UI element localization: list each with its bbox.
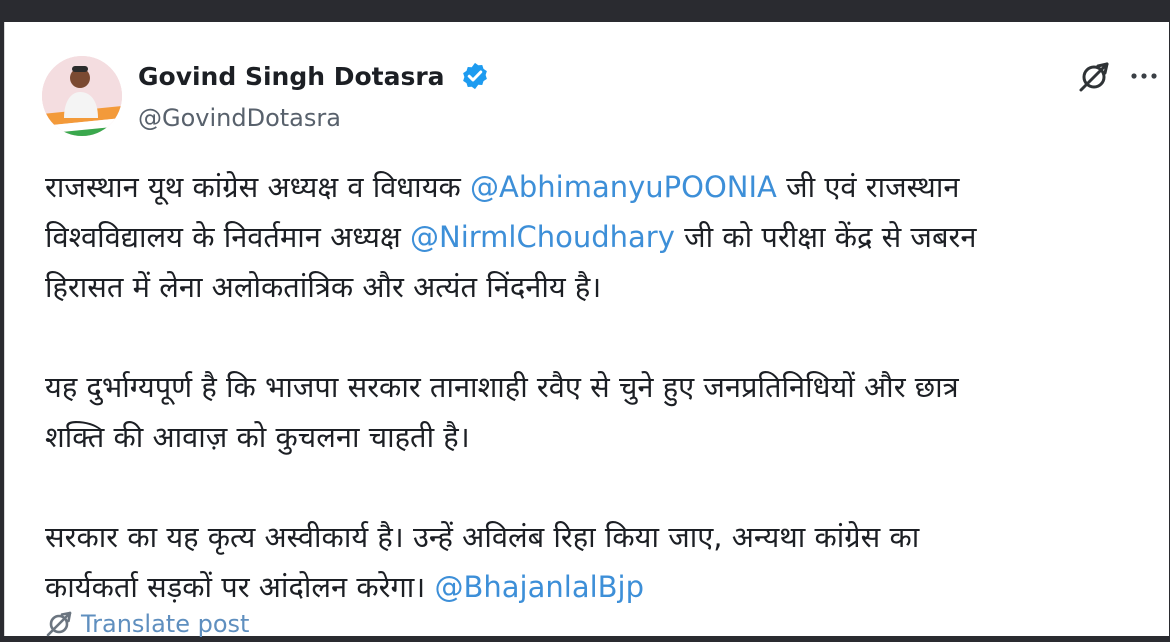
text-segment: यह दुर्भाग्यपूर्ण है कि भाजपा सरकार ताना…	[45, 370, 959, 404]
text-segment: हिरासत में लेना अलोकतांत्रिक और अत्यंत न…	[45, 270, 602, 304]
author-name[interactable]: Govind Singh Dotasra	[138, 62, 445, 91]
text-segment: विश्वविद्यालय के निवर्तमान अध्यक्ष	[45, 220, 411, 254]
text-segment: राजस्थान यूथ कांग्रेस अध्यक्ष व विधायक	[45, 170, 471, 204]
post-text: राजस्थान यूथ कांग्रेस अध्यक्ष व विधायक @…	[45, 162, 1145, 612]
text-segment: जी को परीक्षा केंद्र से जबरन	[674, 220, 977, 254]
mention-link[interactable]: @NirmlChoudhary	[410, 220, 675, 254]
author-handle[interactable]: @GovindDotasra	[138, 104, 341, 132]
text-segment: कार्यकर्ता सड़कों पर आंदोलन करेगा।	[45, 570, 435, 604]
translate-icon	[46, 611, 72, 637]
translate-post-label: Translate post	[81, 610, 250, 638]
more-options-icon[interactable]	[1128, 62, 1160, 90]
screenshot-frame: Govind Singh Dotasra @GovindDotasra राजस…	[0, 0, 1170, 640]
verified-badge-icon	[463, 62, 487, 90]
post-paragraph-3: सरकार का यह कृत्य अस्वीकार्य है। उन्हें …	[45, 512, 1145, 612]
translate-post-button[interactable]: Translate post	[45, 606, 249, 642]
post-paragraph-1: राजस्थान यूथ कांग्रेस अध्यक्ष व विधायक @…	[45, 162, 1145, 312]
grok-icon[interactable]	[1077, 60, 1111, 94]
text-segment: शक्ति की आवाज़ को कुचलना चाहती है।	[45, 420, 470, 454]
text-segment: जी एवं राजस्थान	[776, 170, 960, 204]
post-paragraph-2: यह दुर्भाग्यपूर्ण है कि भाजपा सरकार ताना…	[45, 362, 1145, 462]
mention-link[interactable]: @BhajanlalBjp	[435, 570, 645, 604]
post-card[interactable]: Govind Singh Dotasra @GovindDotasra राजस…	[4, 22, 1169, 638]
mention-link[interactable]: @AbhimanyuPOONIA	[470, 170, 777, 204]
avatar-image	[42, 56, 122, 136]
avatar[interactable]	[42, 56, 122, 136]
text-segment: सरकार का यह कृत्य अस्वीकार्य है। उन्हें …	[45, 520, 920, 554]
